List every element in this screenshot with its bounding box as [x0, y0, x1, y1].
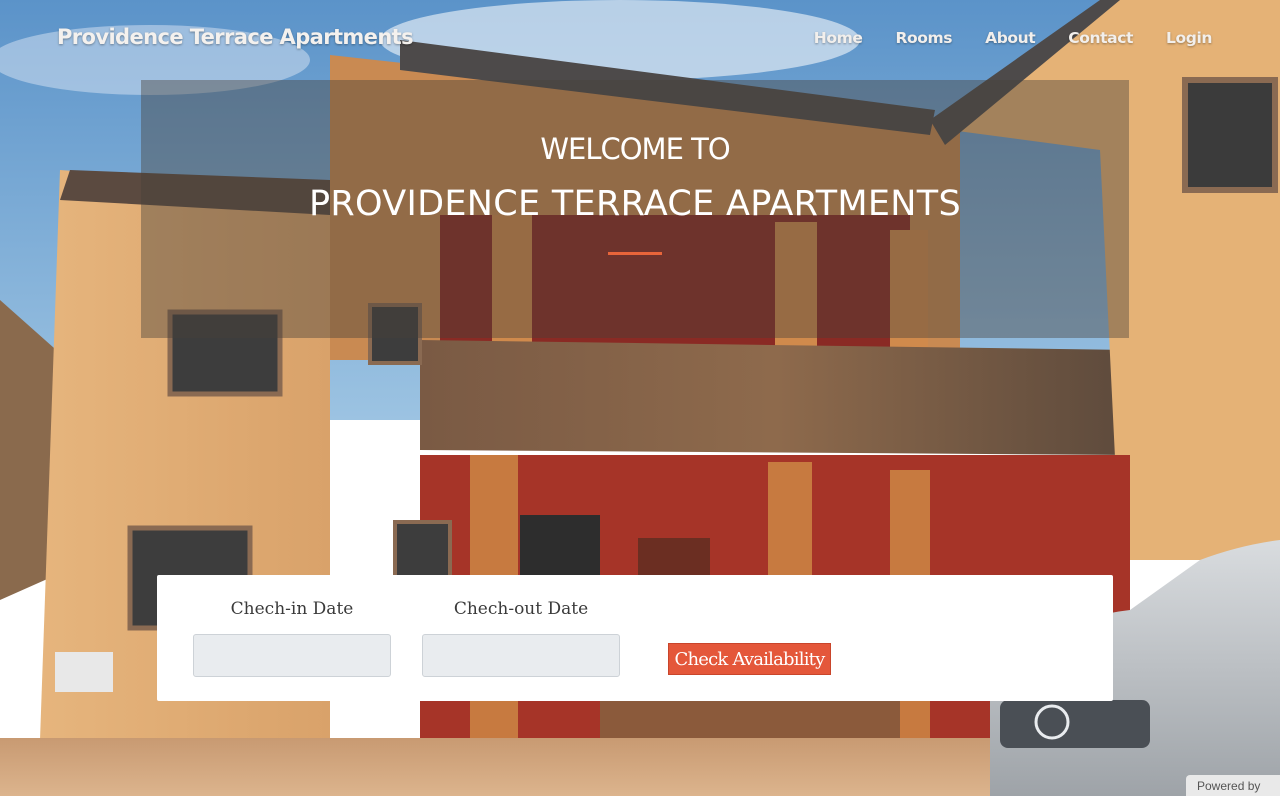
welcome-banner: WELCOME TO PROVIDENCE TERRACE APARTMENTS: [141, 80, 1129, 338]
nav-login-link[interactable]: Login: [1166, 29, 1212, 47]
availability-form: Chech-in Date Chech-out Date Check Avail…: [157, 575, 1113, 701]
checkin-date-input[interactable]: [193, 634, 391, 677]
nav-home-link[interactable]: Home: [814, 29, 863, 47]
checkout-date-label: Chech-out Date: [453, 599, 589, 619]
checkin-date-label: Chech-in Date: [230, 599, 354, 619]
top-navbar: Providence Terrace Apartments Home Rooms…: [0, 0, 1280, 80]
nav-links: Home Rooms About Contact Login: [814, 29, 1213, 47]
brand-logo-link[interactable]: Providence Terrace Apartments: [57, 25, 414, 49]
checkout-date-input[interactable]: [422, 634, 620, 677]
hero-title: PROVIDENCE TERRACE APARTMENTS: [309, 184, 961, 224]
nav-contact-link[interactable]: Contact: [1068, 29, 1133, 47]
check-availability-button[interactable]: Check Availability: [668, 643, 831, 675]
powered-by-badge[interactable]: Powered by: [1186, 775, 1280, 796]
nav-about-link[interactable]: About: [985, 29, 1036, 47]
welcome-heading: WELCOME TO: [540, 132, 730, 166]
title-accent-divider: [608, 252, 662, 255]
nav-rooms-link[interactable]: Rooms: [895, 29, 952, 47]
